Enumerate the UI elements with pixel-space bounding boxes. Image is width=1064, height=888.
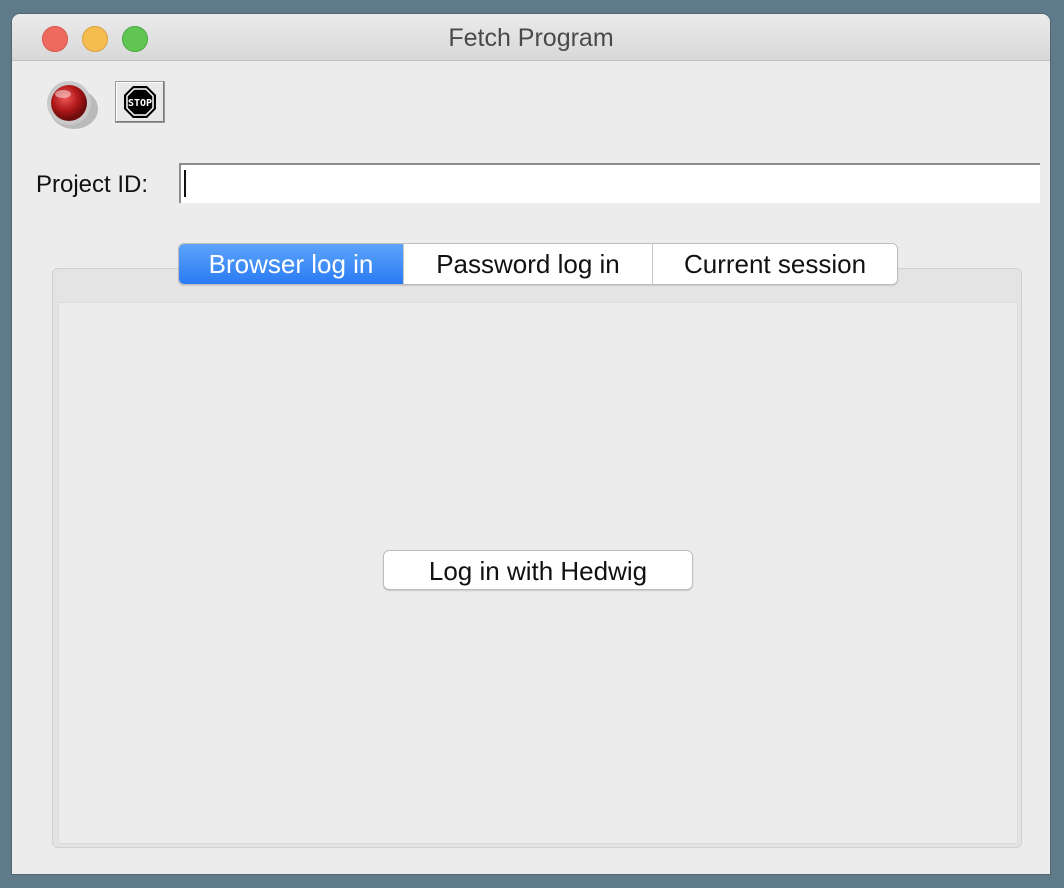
window-title: Fetch Program <box>448 24 614 52</box>
tab-bar: Browser log in Password log in Current s… <box>178 243 898 285</box>
project-id-label: Project ID: <box>36 171 149 198</box>
stop-sign-text: STOP <box>128 98 152 109</box>
stop-button[interactable]: STOP <box>115 81 165 123</box>
tab-password-log-in[interactable]: Password log in <box>403 244 652 284</box>
tab-current-session[interactable]: Current session <box>652 244 897 284</box>
stop-sign-icon: STOP <box>124 86 156 118</box>
project-id-input[interactable] <box>179 163 1040 203</box>
record-button[interactable] <box>40 76 102 132</box>
text-caret <box>184 170 186 197</box>
app-window: Fetch Program STOP Project ID: Browser l… <box>12 14 1050 874</box>
title-bar[interactable]: Fetch Program <box>12 14 1050 61</box>
red-record-button-icon <box>47 81 98 129</box>
tab-browser-log-in[interactable]: Browser log in <box>179 244 403 284</box>
log-in-with-hedwig-button[interactable]: Log in with Hedwig <box>383 550 693 590</box>
